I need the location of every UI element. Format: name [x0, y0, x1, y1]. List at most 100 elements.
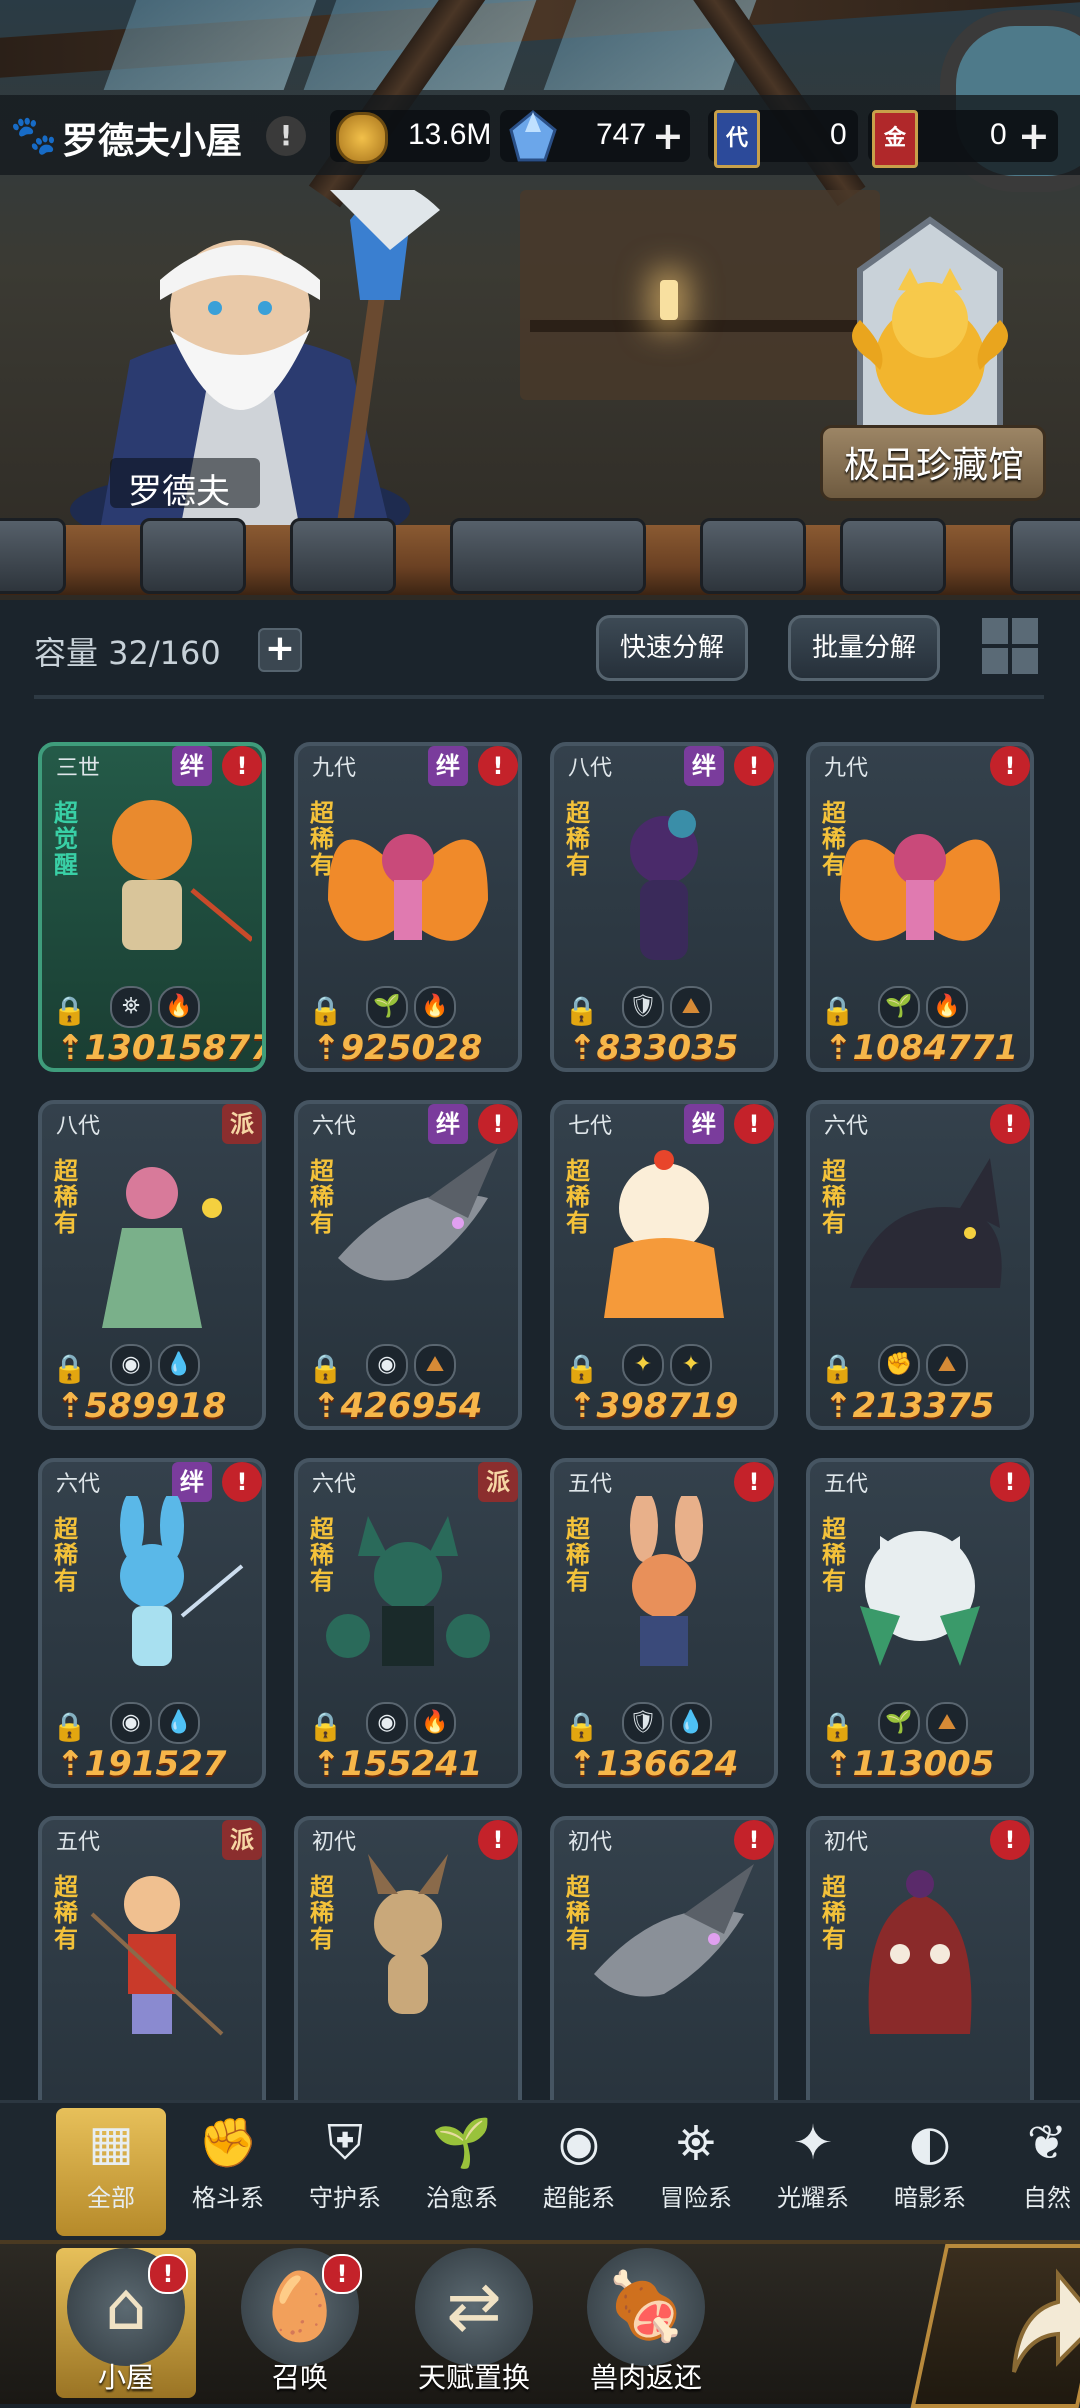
pet-card[interactable]: 九代! 超稀有 🔒 🌱 🔥 ⇡1084771 — [806, 742, 1034, 1072]
pet-card[interactable]: 六代! 绊超稀有 🔒 ◉ ⛰ ⇡426954 — [294, 1100, 522, 1430]
nav-label: 召唤 — [271, 2361, 328, 2394]
power-number: 13015877 — [84, 1028, 266, 1068]
nav-label: 兽肉返还 — [589, 2361, 702, 2394]
pet-card[interactable]: 五代! 超稀有 🔒 🌱 ⛰ ⇡113005 — [806, 1458, 1034, 1788]
pet-card[interactable]: 五代派超稀有 — [38, 1816, 266, 2100]
lock-icon[interactable]: 🔒 — [308, 1710, 343, 1743]
filter-label: 暗影系 — [894, 2184, 966, 2212]
crystal-value: 747 — [596, 118, 647, 151]
pet-card[interactable]: 八代派超稀有 🔒 ◉ 💧 ⇡589918 — [38, 1100, 266, 1430]
filter-star-compass[interactable]: ✦ 光耀系 — [758, 2108, 868, 2236]
pet-card[interactable]: 五代! 超稀有 🔒 🛡 💧 ⇡136624 — [550, 1458, 778, 1788]
lock-icon[interactable]: 🔒 — [820, 994, 855, 1027]
filter-fist[interactable]: ✊ 格斗系 — [173, 2108, 283, 2236]
lock-icon[interactable]: 🔒 — [564, 994, 599, 1027]
pet-card[interactable]: 初代! 超稀有 — [806, 1816, 1034, 2100]
heal-element-icon: 🌱 — [878, 986, 920, 1028]
grey-dragon-portrait — [564, 1854, 764, 2058]
lock-icon[interactable]: 🔒 — [564, 1352, 599, 1385]
pet-card[interactable]: 九代! 绊超稀有 🔒 🌱 🔥 ⇡925028 — [294, 742, 522, 1072]
quick-decompose-button[interactable]: 快速分解 — [596, 615, 748, 681]
pet-card[interactable]: 初代! 超稀有 — [294, 1816, 522, 2100]
guard-element-icon: 🛡 — [622, 986, 664, 1028]
collection-hall-button[interactable]: 极品珍藏馆 — [820, 210, 1046, 510]
generation-label: 五代 — [824, 1472, 869, 1497]
return-arrow-icon — [1012, 2268, 1080, 2373]
add-crystal-button[interactable]: + — [652, 117, 684, 155]
floor-plate — [1010, 518, 1080, 594]
fire-element-icon: 🔥 — [414, 986, 456, 1028]
guard-element-icon: 🛡 — [622, 1702, 664, 1744]
add-jin-card-button[interactable]: + — [1018, 117, 1050, 155]
power-value: ⇡191527 — [56, 1744, 226, 1784]
batch-decompose-button[interactable]: 批量分解 — [788, 615, 940, 681]
pet-card[interactable]: 八代! 绊超稀有 🔒 🛡 ⛰ ⇡833035 — [550, 742, 778, 1072]
generation-label: 五代 — [568, 1472, 613, 1497]
pet-card[interactable]: 六代! 绊超稀有 🔒 ◉ 💧 ⇡191527 — [38, 1458, 266, 1788]
filter-shield[interactable]: ⛨ 守护系 — [290, 2108, 400, 2236]
power-value: ⇡155241 — [312, 1744, 482, 1784]
filter-label: 光耀系 — [777, 2184, 849, 2212]
floor-plate — [700, 518, 806, 594]
grid-view-icon[interactable] — [982, 618, 1038, 674]
pet-card[interactable]: 七代! 绊超稀有 🔒 ✦ ✦ ⇡398719 — [550, 1100, 778, 1430]
floor-plate — [450, 518, 646, 594]
pet-card[interactable]: 三世! 绊超觉醒 🔒 ⛯ 🔥 ⇡13015877 — [38, 742, 266, 1072]
nav-house[interactable]: ⌂ 小屋! — [56, 2248, 196, 2398]
nezha-boy-portrait — [52, 1854, 252, 2058]
filter-lantern[interactable]: ⛯ 冒险系 — [641, 2108, 751, 2236]
green-fox-girl-portrait — [308, 1496, 508, 1700]
filter-label: 自然 — [1023, 2184, 1071, 2212]
lock-icon[interactable]: 🔒 — [52, 994, 87, 1027]
lock-icon[interactable]: 🔒 — [52, 1710, 87, 1743]
lock-icon[interactable]: 🔒 — [308, 994, 343, 1027]
filter-sprout[interactable]: 🌱 治愈系 — [407, 2108, 517, 2236]
earth-element-icon: ⛰ — [414, 1344, 456, 1386]
expand-capacity-button[interactable]: + — [258, 628, 302, 672]
lock-icon[interactable]: 🔒 — [308, 1352, 343, 1385]
bunny-girl-portrait — [564, 1490, 764, 1700]
generation-label: 初代 — [312, 1830, 357, 1855]
generation-label: 五代 — [56, 1830, 101, 1855]
lock-icon[interactable]: 🔒 — [820, 1352, 855, 1385]
filter-label: 冒险系 — [660, 2184, 732, 2212]
light-element-icon: ✦ — [622, 1344, 664, 1386]
generation-label: 九代 — [824, 756, 869, 781]
light-element-icon: ✦ — [670, 1344, 712, 1386]
leaf-icon: ❦ — [1026, 2115, 1068, 2171]
pet-card[interactable]: 初代! 超稀有 — [550, 1816, 778, 2100]
filter-moon-eye[interactable]: ◐ 暗影系 — [875, 2108, 985, 2236]
nav-swap-arrows[interactable]: ⇄ 天赋置换 — [404, 2248, 544, 2398]
power-value: ⇡136624 — [568, 1744, 738, 1784]
info-icon[interactable]: ! — [266, 116, 306, 156]
pet-card-grid: 三世! 绊超觉醒 🔒 ⛯ 🔥 ⇡13015877 九代! 绊超稀有 🔒 🌱 🔥 ⇡925028 八代! 绊… — [0, 700, 1080, 2100]
power-number: 213375 — [852, 1386, 995, 1426]
opera-lady-portrait — [52, 1138, 252, 1342]
water-element-icon: 💧 — [158, 1344, 200, 1386]
generation-label: 八代 — [568, 756, 613, 781]
filter-label: 全部 — [87, 2184, 135, 2212]
lock-icon[interactable]: 🔒 — [52, 1352, 87, 1385]
floor-plate — [140, 518, 246, 594]
pet-card[interactable]: 六代! 超稀有 🔒 ✊ ⛰ ⇡213375 — [806, 1100, 1034, 1430]
blue-rabbit-portrait — [52, 1492, 252, 1700]
filter-leaf[interactable]: ❦ 自然 — [992, 2108, 1080, 2236]
dai-card-value: 0 — [830, 118, 847, 151]
filter-label: 治愈系 — [426, 2184, 498, 2212]
filter-grid[interactable]: ▦ 全部 — [56, 2108, 166, 2236]
generation-label: 九代 — [312, 756, 357, 781]
lock-icon[interactable]: 🔒 — [820, 1710, 855, 1743]
filter-alien[interactable]: ◉ 超能系 — [524, 2108, 634, 2236]
floor-plate — [290, 518, 396, 594]
shield-icon: ⛨ — [326, 2115, 363, 2171]
nav-meat[interactable]: 🍖 兽肉返还 — [576, 2248, 716, 2398]
nav-egg[interactable]: 🥚 召唤! — [230, 2248, 370, 2398]
grid-icon: ▦ — [88, 2115, 134, 2171]
psychic-element-icon: ◉ — [366, 1702, 408, 1744]
star-compass-icon: ✦ — [792, 2115, 834, 2171]
adventure-element-icon: ⛯ — [110, 986, 152, 1028]
lock-icon[interactable]: 🔒 — [564, 1710, 599, 1743]
earth-element-icon: ⛰ — [670, 986, 712, 1028]
power-value: ⇡398719 — [568, 1386, 738, 1426]
pet-card[interactable]: 六代派超稀有 🔒 ◉ 🔥 ⇡155241 — [294, 1458, 522, 1788]
